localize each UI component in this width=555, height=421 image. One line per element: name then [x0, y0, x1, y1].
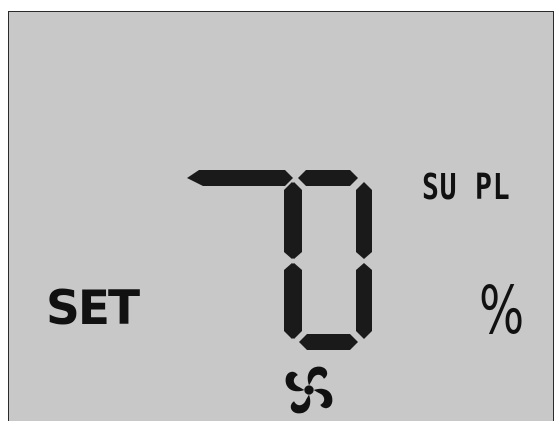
- digit-ones: [254, 167, 379, 352]
- digit-ones-segments: [284, 170, 372, 350]
- mode-indicator: SU PL: [422, 167, 511, 208]
- set-indicator: SET: [46, 281, 140, 336]
- fan-icon: [281, 362, 337, 418]
- lcd-display: SET SU PL %: [8, 11, 554, 421]
- percent-unit: %: [479, 272, 525, 349]
